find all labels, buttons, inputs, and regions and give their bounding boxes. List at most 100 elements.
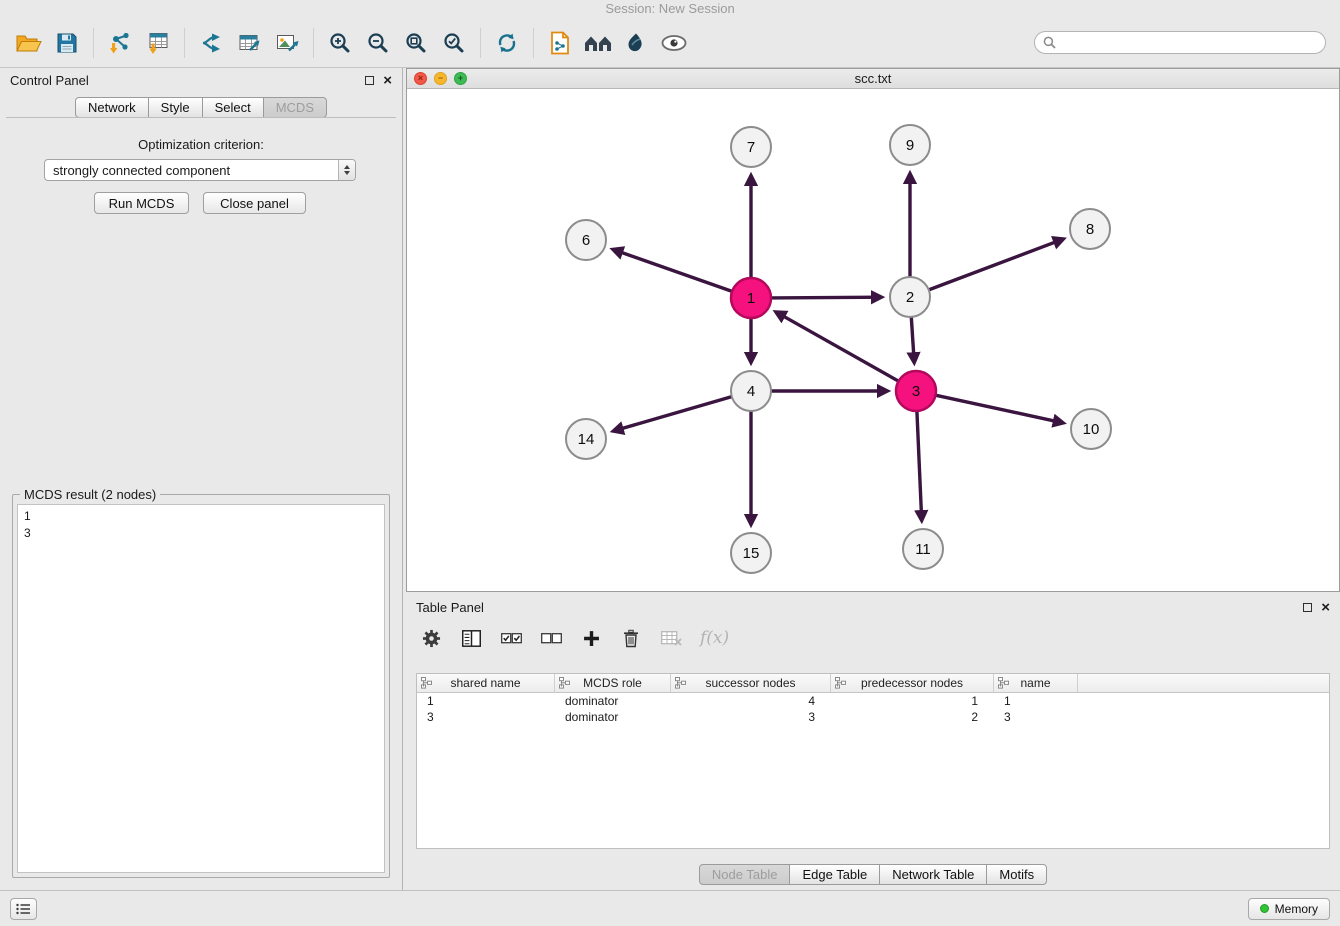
- zoom-selected-icon[interactable]: [435, 26, 473, 60]
- table-cell-shared-name[interactable]: 1: [417, 694, 555, 708]
- task-history-button[interactable]: [10, 898, 37, 920]
- column-tree-icon: [421, 677, 432, 692]
- graph-edge-1-6[interactable]: [613, 250, 732, 292]
- table-body: 1dominator4113dominator323: [417, 693, 1329, 725]
- memory-button[interactable]: Memory: [1248, 898, 1330, 920]
- column-header-mcds-role[interactable]: MCDS role: [555, 674, 671, 692]
- result-line: 1: [24, 508, 378, 525]
- graph-edge-4-14[interactable]: [614, 397, 732, 431]
- table-row[interactable]: 1dominator411: [417, 693, 1329, 709]
- tab-network-table[interactable]: Network Table: [879, 864, 987, 885]
- tab-mcds[interactable]: MCDS: [263, 97, 327, 118]
- zoom-in-icon[interactable]: [321, 26, 359, 60]
- mcds-result-group: MCDS result (2 nodes) 13: [12, 494, 390, 878]
- zoom-fit-icon[interactable]: [397, 26, 435, 60]
- window-title: Session: New Session: [605, 1, 734, 16]
- graph-node-label: 14: [578, 431, 595, 448]
- graph-edge-2-3[interactable]: [911, 317, 914, 362]
- show-graphics-icon[interactable]: [655, 26, 693, 60]
- graph-node-label: 2: [906, 289, 914, 306]
- session-details-icon[interactable]: [541, 26, 579, 60]
- close-table-panel-icon[interactable]: ×: [1321, 600, 1330, 615]
- close-panel-button[interactable]: Close panel: [203, 192, 306, 214]
- close-panel-icon[interactable]: ×: [383, 73, 392, 88]
- status-bar: Memory: [0, 890, 1340, 926]
- tab-select[interactable]: Select: [202, 97, 264, 118]
- table-cell-mcds-role[interactable]: dominator: [555, 694, 671, 708]
- column-settings-gear-icon[interactable]: [420, 626, 442, 650]
- toolbar-separator: [480, 28, 481, 58]
- column-header-shared-name[interactable]: shared name: [417, 674, 555, 692]
- save-session-icon[interactable]: [48, 26, 86, 60]
- float-panel-icon[interactable]: [365, 76, 374, 85]
- tab-motifs[interactable]: Motifs: [986, 864, 1047, 885]
- search-input[interactable]: [1061, 36, 1317, 50]
- tab-divider: [6, 117, 396, 118]
- graph-edge-1-2[interactable]: [771, 297, 881, 298]
- table-toolbar: f(x): [420, 621, 729, 655]
- import-table-icon[interactable]: [139, 26, 177, 60]
- graph-edge-2-8[interactable]: [929, 239, 1063, 290]
- node-table: shared name MCDS role successor nodesprede…: [416, 673, 1330, 849]
- export-image-icon[interactable]: [268, 26, 306, 60]
- table-cell-name[interactable]: 1: [994, 694, 1078, 708]
- close-window-icon[interactable]: ×: [414, 72, 427, 85]
- add-column-icon[interactable]: [580, 626, 602, 650]
- column-tree-icon: [559, 677, 570, 692]
- run-mcds-button[interactable]: Run MCDS: [94, 192, 189, 214]
- column-header-successor-nodes[interactable]: successor nodes: [671, 674, 831, 692]
- column-header-name[interactable]: name: [994, 674, 1078, 692]
- import-network-icon[interactable]: [101, 26, 139, 60]
- graph-node-label: 15: [743, 545, 760, 562]
- new-table-icon[interactable]: [230, 26, 268, 60]
- graph-edge-3-1[interactable]: [776, 312, 898, 381]
- table-cell-mcds-role[interactable]: dominator: [555, 710, 671, 724]
- tab-node-table[interactable]: Node Table: [699, 864, 791, 885]
- graph-node-label: 7: [747, 139, 755, 156]
- search-icon: [1043, 36, 1056, 49]
- column-header-predecessor-nodes[interactable]: predecessor nodes: [831, 674, 994, 692]
- graph-node-label: 1: [747, 290, 755, 307]
- new-network-icon[interactable]: [192, 26, 230, 60]
- toolbar-separator: [533, 28, 534, 58]
- table-cell-successor-nodes[interactable]: 3: [671, 710, 831, 724]
- table-cell-shared-name[interactable]: 3: [417, 710, 555, 724]
- refresh-layout-icon[interactable]: [488, 26, 526, 60]
- network-canvas[interactable]: 7968124314101511: [407, 89, 1339, 591]
- tab-network[interactable]: Network: [75, 97, 149, 118]
- function-builder-icon: f(x): [700, 626, 729, 650]
- list-icon: [16, 903, 31, 915]
- unselect-all-columns-icon[interactable]: [540, 626, 562, 650]
- float-table-panel-icon[interactable]: [1303, 603, 1312, 612]
- delete-column-icon[interactable]: [620, 626, 642, 650]
- control-panel-tabs: NetworkStyleSelectMCDS: [0, 97, 402, 118]
- criterion-dropdown[interactable]: strongly connected component: [44, 159, 356, 181]
- network-graph[interactable]: 7968124314101511: [407, 89, 1339, 591]
- search-box[interactable]: [1034, 31, 1326, 54]
- select-all-columns-icon[interactable]: [500, 626, 522, 650]
- table-cell-predecessor-nodes[interactable]: 1: [831, 694, 994, 708]
- table-row[interactable]: 3dominator323: [417, 709, 1329, 725]
- table-cell-successor-nodes[interactable]: 4: [671, 694, 831, 708]
- maximize-window-icon[interactable]: +: [454, 72, 467, 85]
- style-brush-icon[interactable]: [617, 26, 655, 60]
- tab-edge-table[interactable]: Edge Table: [789, 864, 880, 885]
- table-cell-predecessor-nodes[interactable]: 2: [831, 710, 994, 724]
- first-neighbors-icon[interactable]: [579, 26, 617, 60]
- column-tree-icon: [675, 677, 686, 692]
- graph-node-label: 11: [915, 541, 931, 558]
- show-column-panel-icon[interactable]: [460, 626, 482, 650]
- graph-edge-3-11[interactable]: [917, 411, 922, 520]
- zoom-out-icon[interactable]: [359, 26, 397, 60]
- column-tree-icon: [835, 677, 846, 692]
- control-panel-title: Control Panel: [10, 73, 89, 88]
- column-header-label: MCDS role: [583, 676, 642, 690]
- memory-button-label: Memory: [1275, 902, 1318, 916]
- table-panel: Table Panel × f(x) shared nameMCDS rol: [406, 595, 1340, 890]
- minimize-window-icon[interactable]: −: [434, 72, 447, 85]
- network-titlebar: × − + scc.txt: [407, 69, 1339, 89]
- tab-style[interactable]: Style: [148, 97, 203, 118]
- table-cell-name[interactable]: 3: [994, 710, 1078, 724]
- open-session-icon[interactable]: [10, 26, 48, 60]
- graph-edge-3-10[interactable]: [936, 395, 1063, 423]
